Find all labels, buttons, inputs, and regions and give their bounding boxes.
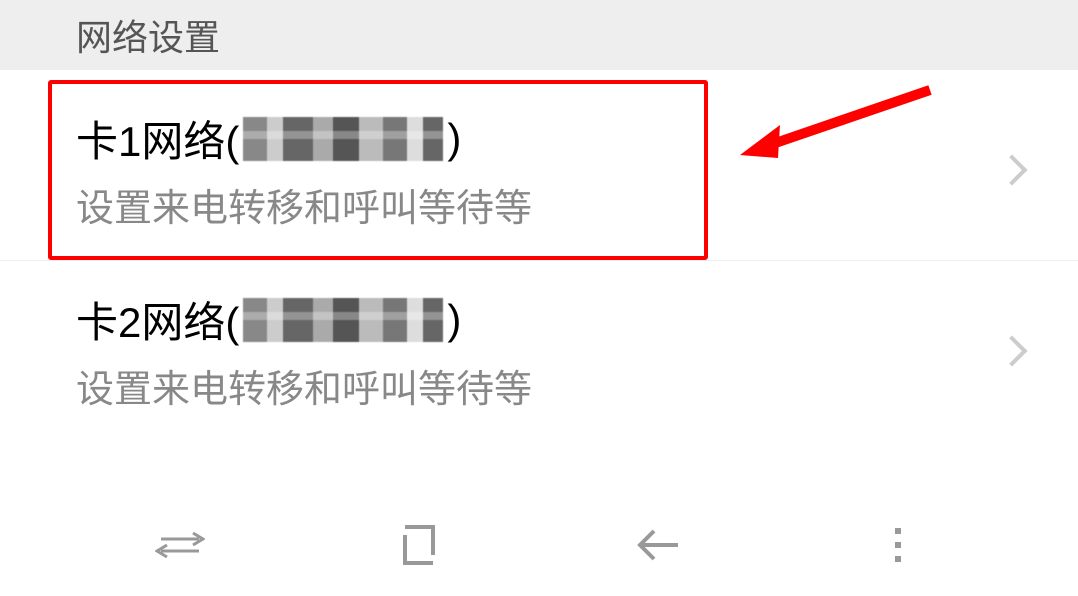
sim1-title-prefix: 卡1网络(	[76, 108, 239, 169]
recent-apps-icon	[155, 527, 205, 563]
sim1-row-container: 卡1网络( ) 设置来电转移和呼叫等待等	[0, 80, 1078, 260]
settings-list: 卡1网络( ) 设置来电转移和呼叫等待等 卡2网络( ) 设置来电转移和呼叫等待…	[0, 80, 1078, 441]
sim2-subtitle: 设置来电转移和呼叫等待等	[76, 358, 532, 413]
menu-button[interactable]	[838, 515, 958, 575]
sim2-network-item[interactable]: 卡2网络( ) 设置来电转移和呼叫等待等	[0, 260, 1078, 441]
sim1-content: 卡1网络( ) 设置来电转移和呼叫等待等	[76, 108, 532, 232]
home-button[interactable]	[359, 515, 479, 575]
sim2-title-suffix: )	[447, 296, 461, 344]
sim2-title: 卡2网络( )	[76, 289, 532, 350]
navigation-bar	[0, 494, 1078, 596]
sim1-network-item[interactable]: 卡1网络( ) 设置来电转移和呼叫等待等	[48, 80, 708, 260]
chevron-right-icon	[996, 335, 1027, 366]
recent-apps-button[interactable]	[120, 515, 240, 575]
sim1-title-suffix: )	[447, 115, 461, 163]
menu-dots-icon	[893, 526, 903, 564]
back-arrow-icon	[634, 525, 684, 565]
sim2-carrier-censored	[243, 298, 443, 342]
section-header: 网络设置	[0, 0, 1078, 70]
section-header-text: 网络设置	[76, 9, 220, 61]
sim1-title: 卡1网络( )	[76, 108, 532, 169]
home-icon	[397, 523, 441, 567]
sim1-subtitle: 设置来电转移和呼叫等待等	[76, 177, 532, 232]
back-button[interactable]	[599, 515, 719, 575]
sim1-carrier-censored	[243, 117, 443, 161]
sim2-title-prefix: 卡2网络(	[76, 289, 239, 350]
chevron-right-icon	[996, 154, 1027, 185]
sim2-content: 卡2网络( ) 设置来电转移和呼叫等待等	[76, 289, 532, 413]
